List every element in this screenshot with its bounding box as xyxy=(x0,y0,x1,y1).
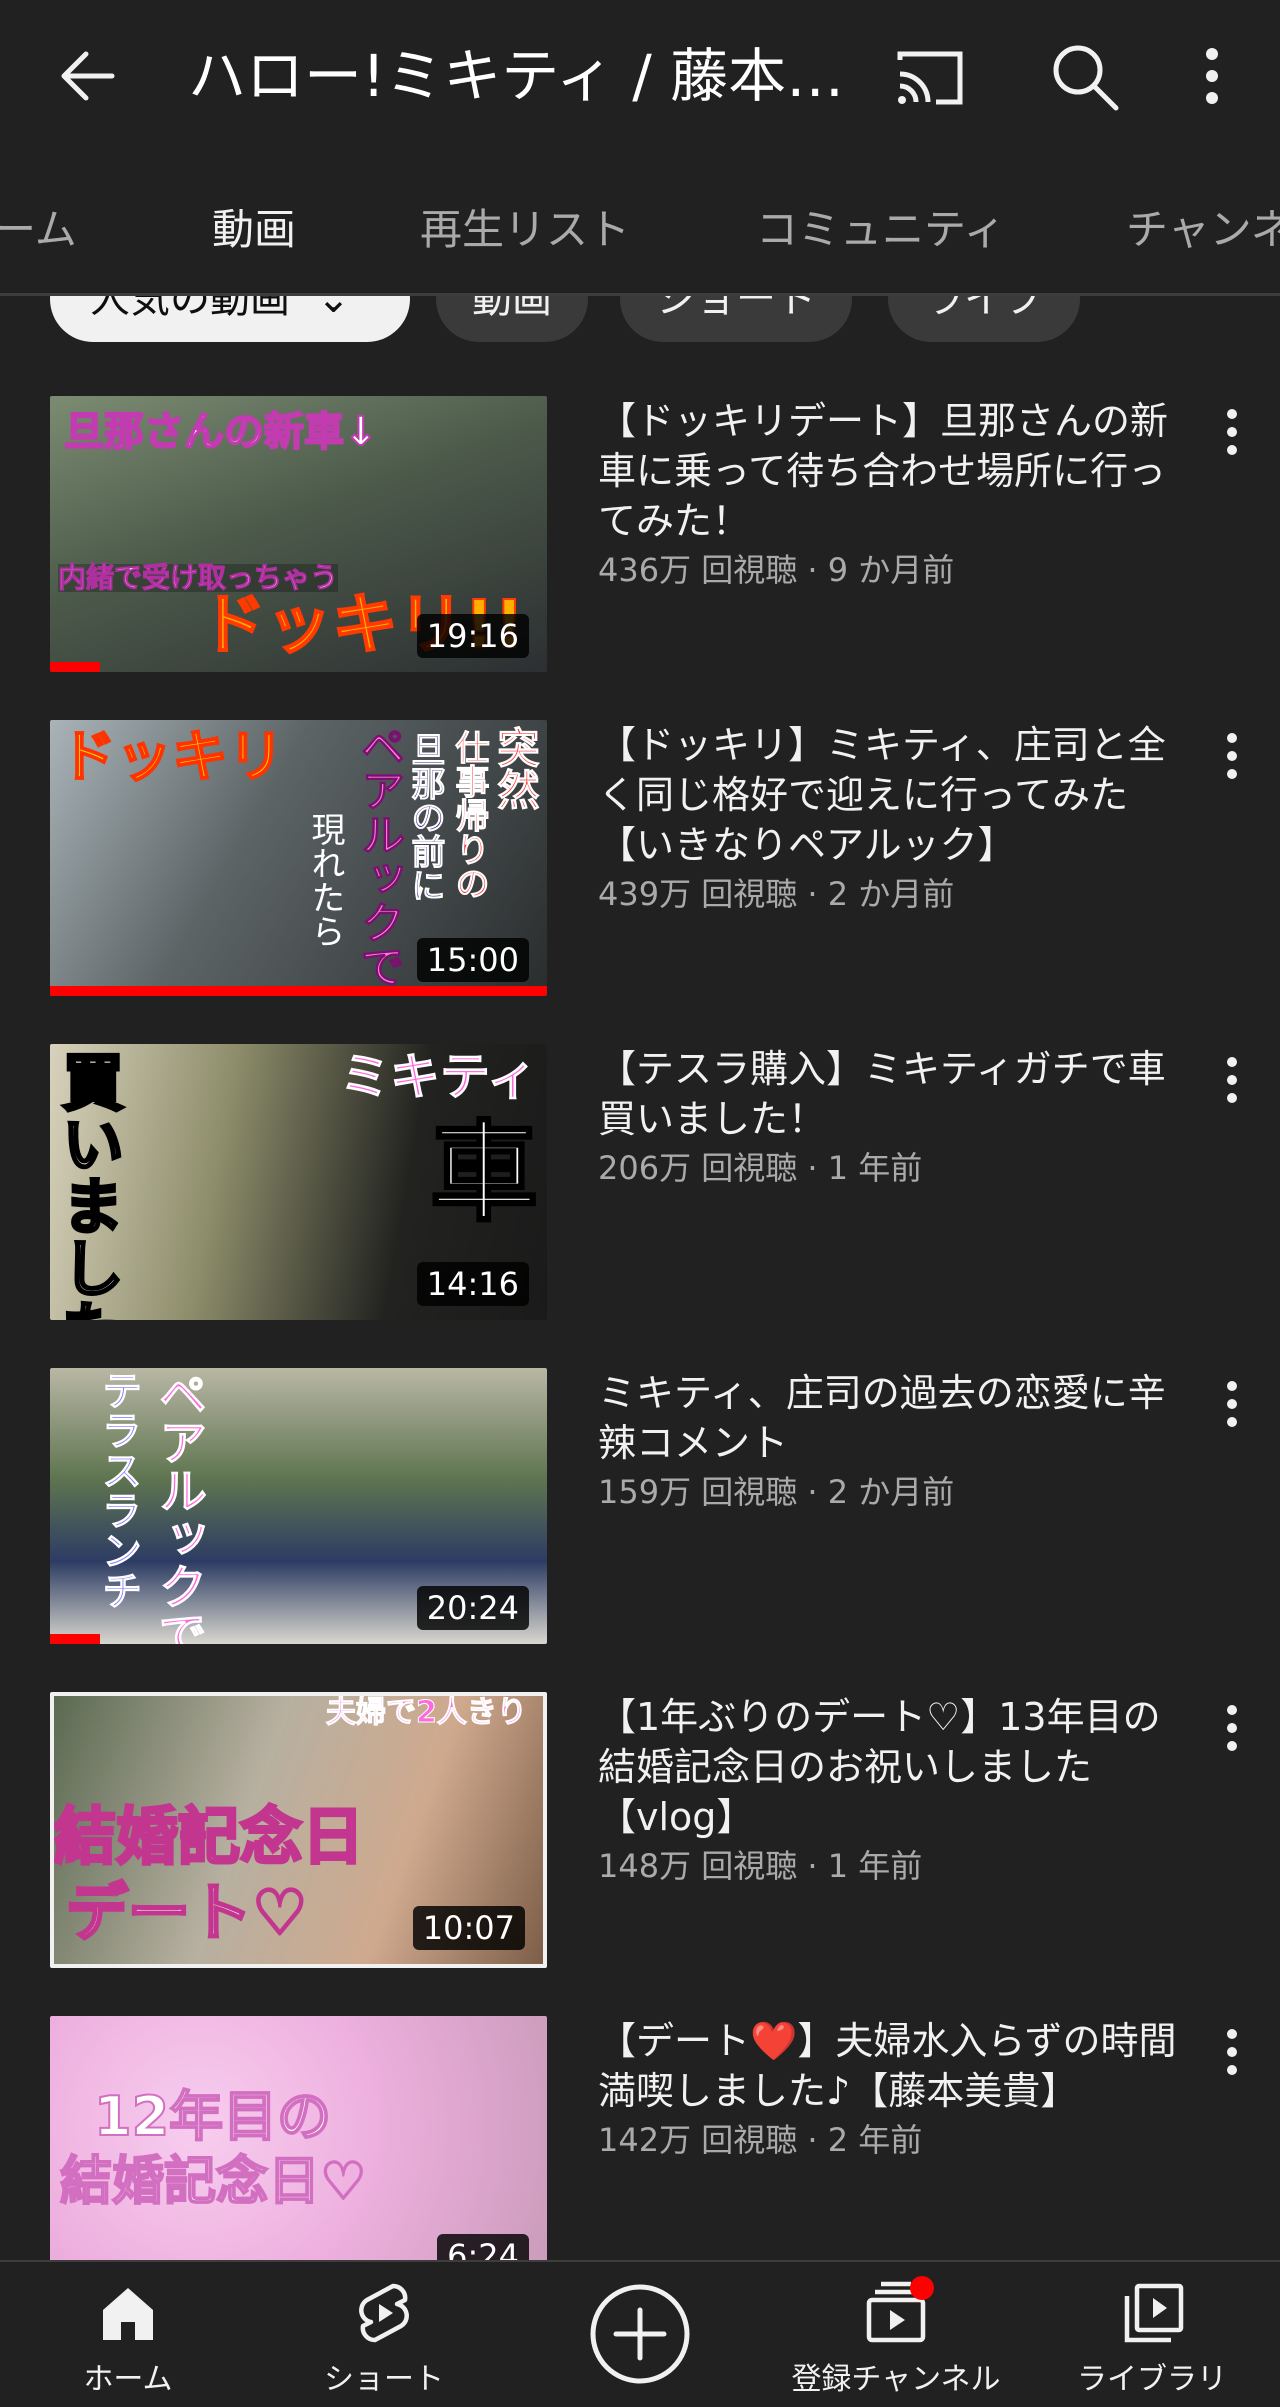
thumbnail-caption: 買いました xyxy=(50,1049,126,1321)
more-vert-icon[interactable] xyxy=(1212,1698,1252,1758)
video-meta: 159万 回視聴 · 2 か月前 xyxy=(598,1473,955,1511)
search-icon[interactable] xyxy=(1044,36,1124,116)
thumbnail-caption: 現れたら xyxy=(305,812,345,948)
video-meta: 142万 回視聴 · 2 年前 xyxy=(598,2121,923,2159)
more-vert-icon[interactable] xyxy=(1186,36,1238,116)
cast-icon[interactable] xyxy=(892,40,968,116)
tab-channels[interactable]: チャンネ xyxy=(1126,196,1280,257)
video-info: 【1年ぶりのデート♡】13年目の結婚記念日のお祝いしました【vlog】 148万… xyxy=(598,1692,1198,1888)
video-duration: 19:16 xyxy=(416,614,529,658)
channel-title: ハロー!ミキティ / 藤本… xyxy=(188,42,845,110)
thumbnail-caption: 突然 xyxy=(491,726,541,811)
video-duration: 15:00 xyxy=(416,938,529,982)
shorts-icon xyxy=(359,2283,409,2343)
video-thumbnail[interactable]: 旦那さんの新車↓ 内緒で受け取っちゃう ドッキリ!! 19:16 xyxy=(50,396,547,672)
video-thumbnail[interactable]: 12年目の 結婚記念日♡ 6:24 xyxy=(50,2016,547,2260)
notification-badge xyxy=(910,2276,934,2300)
video-title[interactable]: 【テスラ購入】ミキティガチで車買いました！ xyxy=(598,1044,1198,1144)
thumbnail-caption: テラスランチ xyxy=(95,1370,142,1611)
thumbnail-caption: 車 xyxy=(428,1111,539,1236)
chip-label: 人気の動画 xyxy=(90,296,290,322)
video-item[interactable]: ドッキリ 突然 仕事帰りの 旦那の前に ペアルックで 現れたら 15:00 【ド… xyxy=(0,720,1280,1000)
video-thumbnail[interactable]: テラスランチ ペアルックで 20:24 xyxy=(50,1368,547,1644)
thumbnail-caption: ペアルックで xyxy=(150,1370,207,1645)
watch-progress-bar xyxy=(50,1634,100,1644)
watch-progress-bar xyxy=(50,986,547,996)
more-vert-icon[interactable] xyxy=(1212,726,1252,786)
watch-progress-bar xyxy=(50,662,100,672)
home-icon xyxy=(103,2288,153,2340)
video-duration: 20:24 xyxy=(416,1586,529,1630)
app-bar: ハロー!ミキティ / 藤本… xyxy=(0,0,1280,148)
create-icon xyxy=(590,2284,690,2384)
library-icon xyxy=(1124,2283,1184,2343)
video-item[interactable]: テラスランチ ペアルックで 20:24 ミキティ、庄司の過去の恋愛に辛辣コメント… xyxy=(0,1368,1280,1648)
arrow-left-icon[interactable] xyxy=(52,40,124,112)
thumbnail-caption: ドッキリ xyxy=(59,725,285,790)
tab-community[interactable]: コミュニティ xyxy=(756,196,1005,257)
video-info: 【ドッキリデート】旦那さんの新車に乗って待ち合わせ場所に行ってみた！ 436万 … xyxy=(598,396,1198,592)
more-vert-icon[interactable] xyxy=(1212,1374,1252,1434)
video-meta: 439万 回視聴 · 2 か月前 xyxy=(598,875,955,913)
tab-playlists[interactable]: 再生リスト xyxy=(420,196,630,257)
more-vert-icon[interactable] xyxy=(1212,402,1252,462)
nav-library[interactable]: ライブラリ xyxy=(1024,2262,1280,2407)
nav-label: ライブラリ xyxy=(1077,2362,1227,2397)
video-title[interactable]: 【ドッキリ】ミキティ、庄司と全く同じ格好で迎えに行ってみた【いきなりペアルック】 xyxy=(598,720,1198,870)
nav-label: ホーム xyxy=(83,2362,173,2397)
thumbnail-caption: 旦那の前に xyxy=(405,732,446,903)
thumbnail-caption: ペアルックで xyxy=(353,724,405,989)
video-item[interactable]: 旦那さんの新車↓ 内緒で受け取っちゃう ドッキリ!! 19:16 【ドッキリデー… xyxy=(0,396,1280,676)
video-title[interactable]: ミキティ、庄司の過去の恋愛に辛辣コメント xyxy=(598,1368,1198,1468)
video-title[interactable]: 【デート❤️】夫婦水入らずの時間満喫しました♪【藤本美貴】 xyxy=(598,2016,1198,2116)
video-thumbnail[interactable]: ドッキリ 突然 仕事帰りの 旦那の前に ペアルックで 現れたら 15:00 xyxy=(50,720,547,996)
video-duration: 14:16 xyxy=(416,1262,529,1306)
video-meta: 148万 回視聴 · 1 年前 xyxy=(598,1847,923,1885)
nav-create[interactable] xyxy=(512,2262,768,2407)
nav-label: 登録チャンネル xyxy=(791,2362,1001,2397)
thumbnail-caption: 旦那さんの新車↓ xyxy=(63,409,379,455)
video-info: 【ドッキリ】ミキティ、庄司と全く同じ格好で迎えに行ってみた【いきなりペアルック】… xyxy=(598,720,1198,916)
nav-subscriptions[interactable]: 登録チャンネル xyxy=(768,2262,1024,2407)
chip-popular[interactable]: 人気の動画 ⌄ xyxy=(50,296,410,342)
more-vert-icon[interactable] xyxy=(1212,1050,1252,1110)
chevron-down-icon: ⌄ xyxy=(316,296,351,322)
thumbnail-caption: 12年目の xyxy=(93,2085,332,2148)
video-thumbnail[interactable]: 夫婦で2人きり 結婚記念日 デート♡ 10:07 xyxy=(50,1692,547,1968)
filter-chips: 人気の動画 ⌄ 動画 ショート ライブ xyxy=(0,296,1280,346)
video-info: 【テスラ購入】ミキティガチで車買いました！ 206万 回視聴 · 1 年前 xyxy=(598,1044,1198,1190)
tab-videos[interactable]: 動画 xyxy=(212,196,296,257)
video-meta: 206万 回視聴 · 1 年前 xyxy=(598,1149,923,1187)
video-info: 【デート❤️】夫婦水入らずの時間満喫しました♪【藤本美貴】 142万 回視聴 ·… xyxy=(598,2016,1198,2162)
thumbnail-caption: 仕事帰りの xyxy=(449,730,490,901)
thumbnail-caption: 夫婦で2人きり xyxy=(326,1695,528,1730)
channel-tabs: ーム 動画 再生リスト コミュニティ チャンネ xyxy=(0,148,1280,296)
chip-live[interactable]: ライブ xyxy=(888,296,1080,342)
video-info: ミキティ、庄司の過去の恋愛に辛辣コメント 159万 回視聴 · 2 か月前 xyxy=(598,1368,1198,1514)
video-item[interactable]: 12年目の 結婚記念日♡ 6:24 【デート❤️】夫婦水入らずの時間満喫しました… xyxy=(0,2016,1280,2260)
video-list: 旦那さんの新車↓ 内緒で受け取っちゃう ドッキリ!! 19:16 【ドッキリデー… xyxy=(0,346,1280,2260)
thumbnail-caption: デート♡ xyxy=(65,1876,310,1949)
nav-home[interactable]: ホーム xyxy=(0,2262,256,2407)
chip-videos[interactable]: 動画 xyxy=(436,296,588,342)
video-title[interactable]: 【ドッキリデート】旦那さんの新車に乗って待ち合わせ場所に行ってみた！ xyxy=(598,396,1198,546)
video-duration: 10:07 xyxy=(412,1906,525,1950)
bottom-navigation: ホーム ショート 登録チャンネル ライブラリ xyxy=(0,2260,1280,2407)
video-item[interactable]: 買いました ミキティ 車 14:16 【テスラ購入】ミキティガチで車買いました！… xyxy=(0,1044,1280,1324)
thumbnail-caption: ミキティ xyxy=(340,1048,538,1106)
thumbnail-caption: 結婚記念日♡ xyxy=(59,2152,368,2212)
chip-shorts[interactable]: ショート xyxy=(620,296,852,342)
nav-label: ショート xyxy=(324,2362,444,2397)
video-meta: 436万 回視聴 · 9 か月前 xyxy=(598,551,955,589)
nav-shorts[interactable]: ショート xyxy=(256,2262,512,2407)
thumbnail-caption: 結婚記念日 xyxy=(54,1800,366,1873)
tab-home[interactable]: ーム xyxy=(0,196,77,257)
more-vert-icon[interactable] xyxy=(1212,2022,1252,2082)
video-title[interactable]: 【1年ぶりのデート♡】13年目の結婚記念日のお祝いしました【vlog】 xyxy=(598,1692,1198,1842)
video-thumbnail[interactable]: 買いました ミキティ 車 14:16 xyxy=(50,1044,547,1320)
video-duration: 6:24 xyxy=(437,2234,529,2260)
video-item[interactable]: 夫婦で2人きり 結婚記念日 デート♡ 10:07 【1年ぶりのデート♡】13年目… xyxy=(0,1692,1280,1972)
